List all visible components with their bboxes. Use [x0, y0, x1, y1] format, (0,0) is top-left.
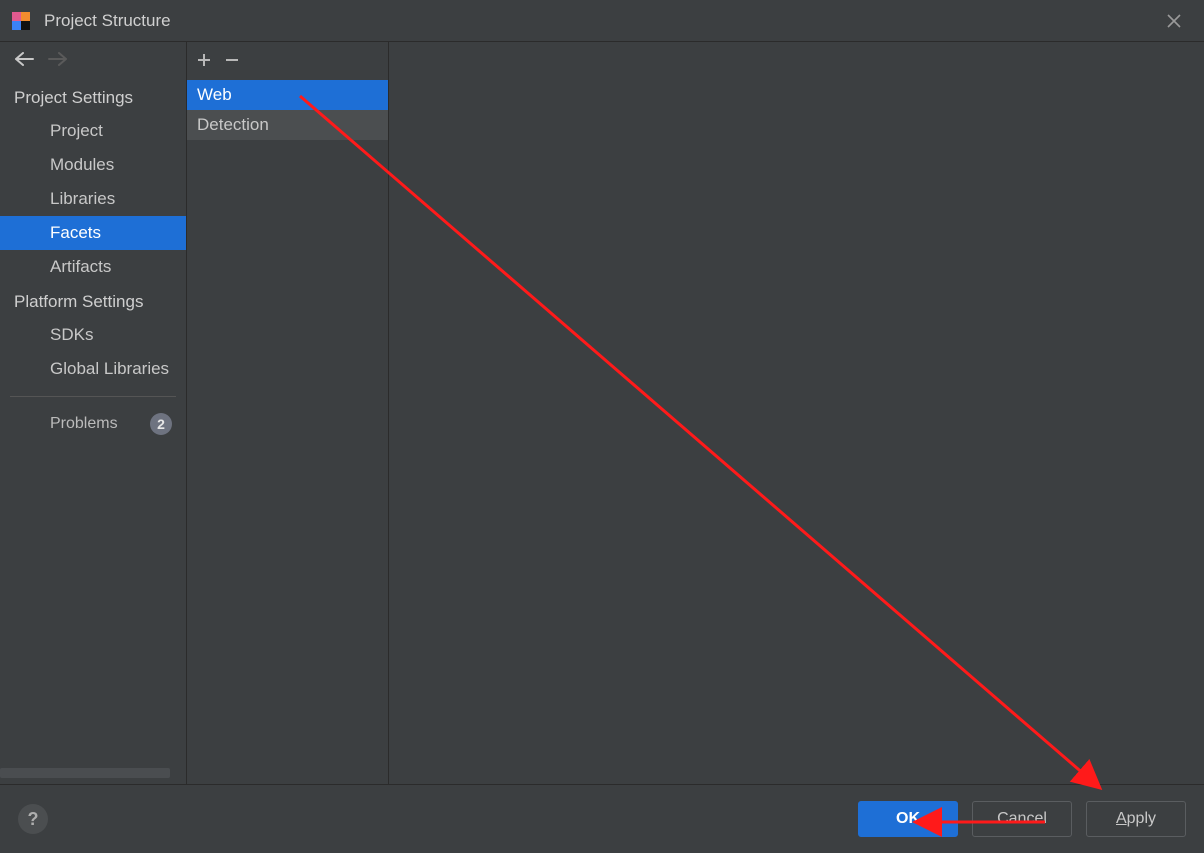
dialog-footer: ? OK Cancel Apply — [0, 784, 1204, 853]
sidebar-divider — [10, 396, 176, 397]
facet-item-web[interactable]: Web — [187, 80, 388, 110]
ok-button-label: OK — [896, 810, 920, 828]
body-area: Project Settings Project Modules Librari… — [0, 42, 1204, 784]
forward-arrow-icon[interactable] — [48, 52, 68, 71]
sidebar-item-modules[interactable]: Modules — [0, 148, 186, 182]
platform-settings-header: Platform Settings — [0, 284, 186, 318]
remove-icon[interactable] — [225, 50, 239, 73]
ok-button[interactable]: OK — [858, 801, 958, 837]
help-icon[interactable]: ? — [18, 804, 48, 834]
problems-label: Problems — [50, 415, 118, 433]
sidebar-item-problems[interactable]: Problems 2 — [0, 403, 186, 445]
sidebar: Project Settings Project Modules Librari… — [0, 42, 187, 784]
sidebar-item-facets[interactable]: Facets — [0, 216, 186, 250]
add-icon[interactable] — [197, 50, 211, 73]
problems-badge: 2 — [150, 413, 172, 435]
app-icon — [10, 10, 32, 32]
cancel-button[interactable]: Cancel — [972, 801, 1072, 837]
sidebar-item-global-libraries[interactable]: Global Libraries — [0, 352, 186, 386]
apply-button-label: Apply — [1116, 810, 1156, 828]
main-content-panel — [389, 42, 1204, 784]
facet-toolbar — [187, 42, 388, 80]
sidebar-scrollbar[interactable] — [0, 768, 170, 778]
project-settings-header: Project Settings — [0, 80, 186, 114]
sidebar-item-artifacts[interactable]: Artifacts — [0, 250, 186, 284]
back-arrow-icon[interactable] — [14, 52, 34, 71]
dialog-title: Project Structure — [44, 11, 171, 31]
sidebar-item-sdks[interactable]: SDKs — [0, 318, 186, 352]
sidebar-item-libraries[interactable]: Libraries — [0, 182, 186, 216]
facet-list-panel: Web Detection — [187, 42, 389, 784]
titlebar: Project Structure — [0, 0, 1204, 42]
sidebar-nav — [0, 42, 186, 80]
apply-button[interactable]: Apply — [1086, 801, 1186, 837]
facet-item-detection[interactable]: Detection — [187, 110, 388, 140]
sidebar-item-project[interactable]: Project — [0, 114, 186, 148]
close-icon[interactable] — [1154, 1, 1194, 41]
cancel-button-label: Cancel — [997, 810, 1047, 828]
